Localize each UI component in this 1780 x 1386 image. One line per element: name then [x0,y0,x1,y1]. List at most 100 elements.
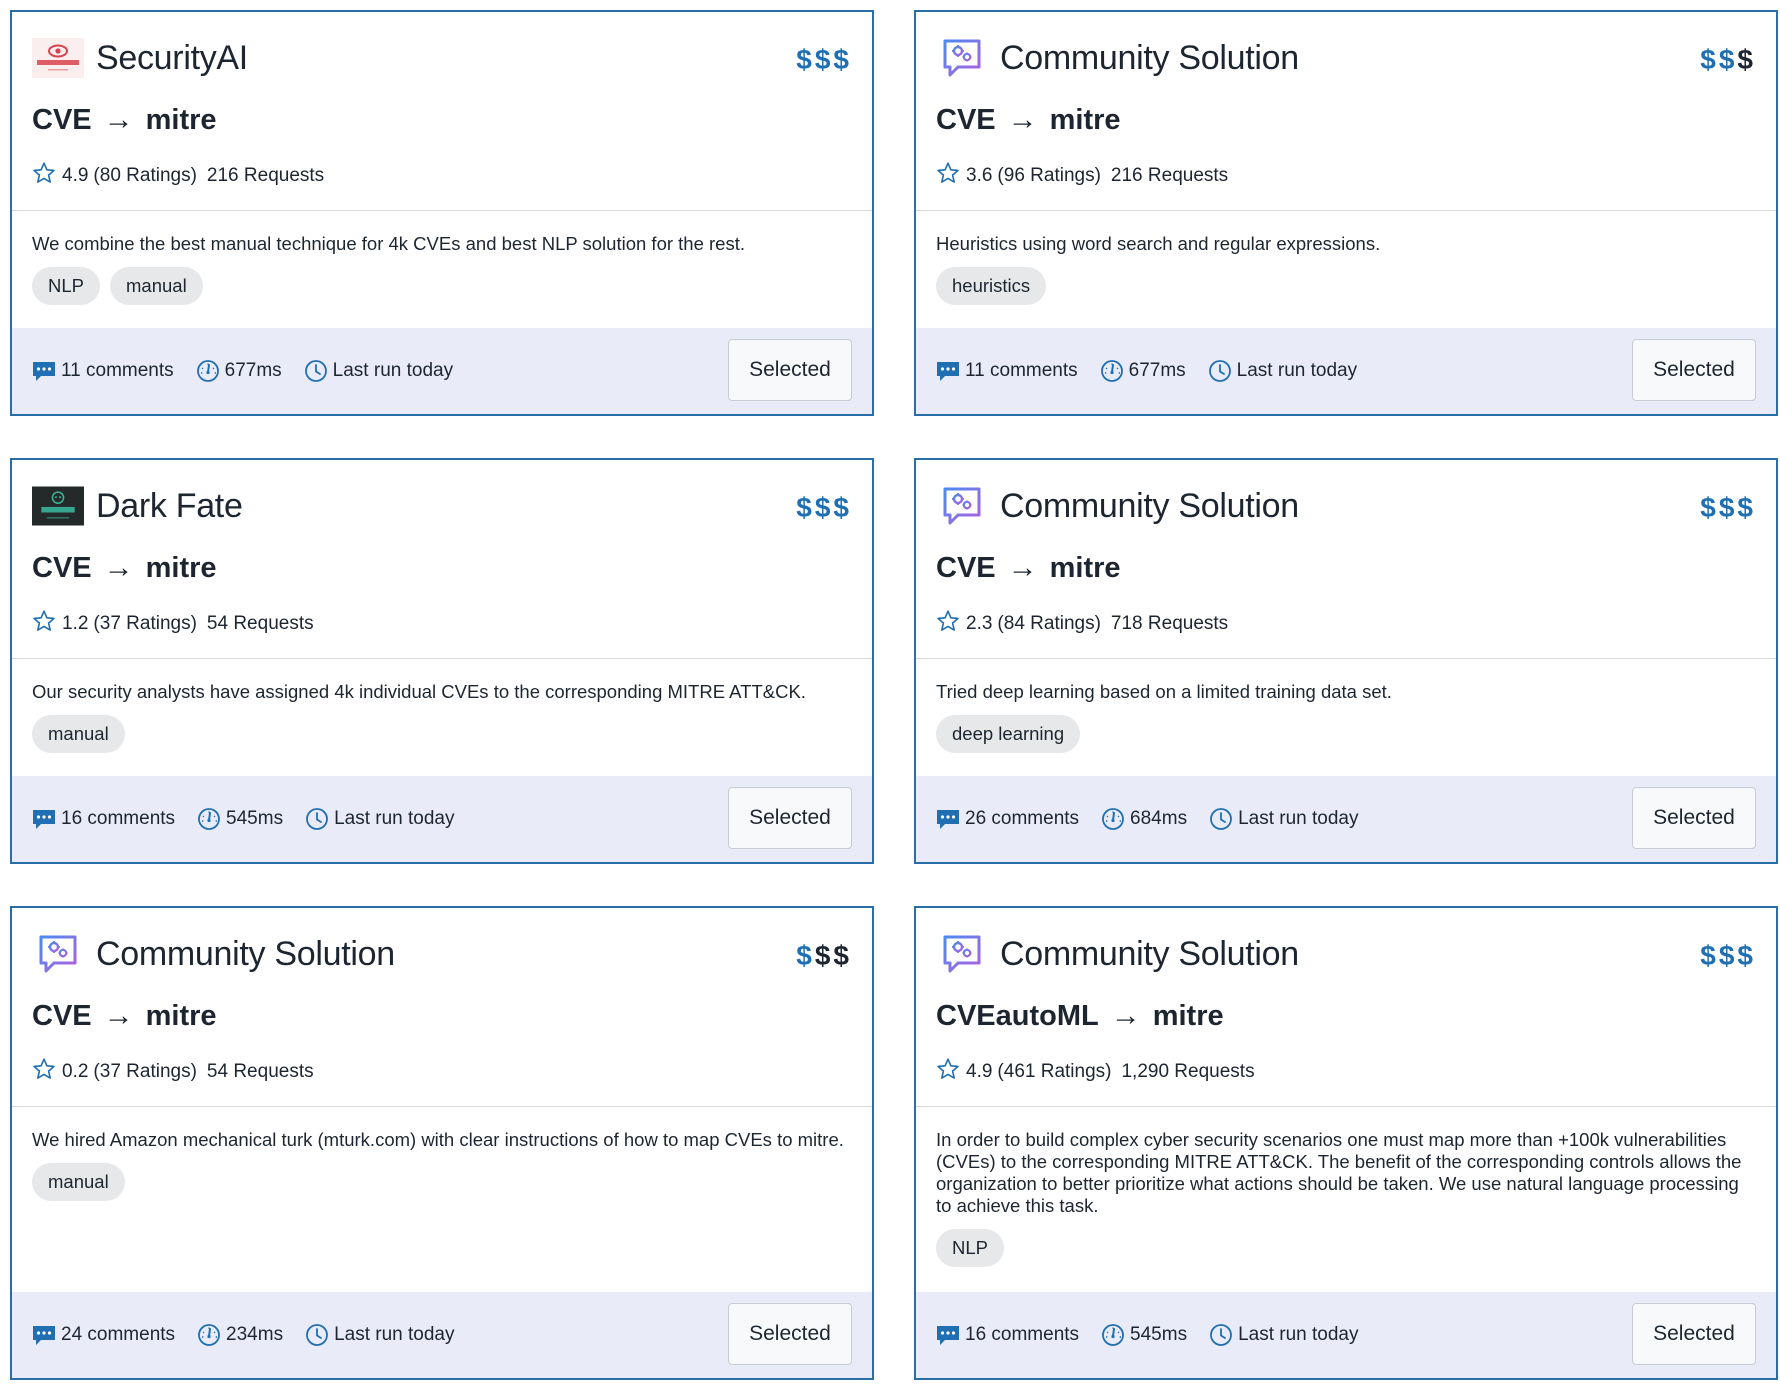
community-icon [936,486,988,526]
ratings-count: (461 Ratings) [997,1061,1112,1082]
tag-chip[interactable]: NLP [32,267,100,305]
arrow-right-icon: → [1007,103,1038,136]
star-icon[interactable] [936,161,960,191]
vendor-name: Community Solution [1000,486,1299,525]
comments-count: 26 comments [965,808,1080,829]
price-symbol: $ [1737,940,1756,971]
tag-chip[interactable]: heuristics [936,267,1047,305]
arrow-right-icon: → [1110,999,1141,1032]
last-run-text: Last run today [1236,360,1358,381]
selected-button[interactable]: Selected [1632,1303,1756,1365]
community-icon [32,934,84,974]
ratings-count: (96 Ratings) [997,165,1101,186]
card-title-row: Community Solution [32,932,852,976]
tag-list: heuristics [936,267,1756,305]
vendor-name: Community Solution [1000,934,1299,973]
last-run-stat: Last run today [1209,1323,1359,1347]
comments-stat[interactable]: 16 comments [936,1323,1079,1347]
price-symbol: $ [1737,44,1756,75]
star-icon[interactable] [936,609,960,639]
arrow-right-icon: → [103,551,134,584]
price-symbol: $ [1700,940,1719,971]
mapping-source: CVEautoML [936,999,1099,1032]
community-icon [936,38,988,78]
card-header: SecurityAI $$$ CVE → mitre 4.9 (80 Ratin… [12,12,872,210]
tag-chip[interactable]: NLP [936,1229,1004,1267]
comments-stat[interactable]: 16 comments [32,807,175,831]
selected-button[interactable]: Selected [1632,787,1756,849]
price-symbol: $ [814,940,834,971]
rating-row: 1.2 (37 Ratings) 54 Requests [32,608,852,658]
latency-value: 545ms [226,808,284,829]
requests-count: 54 Requests [206,613,314,634]
tag-chip[interactable]: deep learning [936,715,1081,753]
latency-stat: 677ms [196,359,282,383]
star-icon[interactable] [32,609,56,639]
comments-icon [33,362,55,381]
star-icon[interactable] [32,1057,56,1087]
latency-value: 677ms [224,360,282,381]
tag-chip[interactable]: manual [32,1163,125,1201]
card-footer: 16 comments 545ms Last run today Selecte… [12,776,872,862]
comments-stat[interactable]: 11 comments [936,359,1078,383]
latency-value: 677ms [1128,360,1186,381]
card-title-row: Dark Fate [32,484,852,528]
last-run-text: Last run today [1238,808,1359,829]
card-footer: 16 comments 545ms Last run today Selecte… [916,1292,1776,1378]
selected-button[interactable]: Selected [1632,339,1756,401]
star-icon[interactable] [936,1057,960,1087]
latency-stat: 545ms [197,807,283,831]
card-title-row: SecurityAI [32,36,852,80]
comments-icon [33,1326,55,1345]
solution-card[interactable]: Community Solution $$$ CVEautoML → mitre… [914,906,1778,1380]
selected-button[interactable]: Selected [728,787,852,849]
price-indicator: $$$ [796,492,852,524]
comments-stat[interactable]: 11 comments [32,359,174,383]
selected-button[interactable]: Selected [728,1303,852,1365]
requests-count: 718 Requests [1110,613,1229,634]
vendor-name: Dark Fate [96,486,243,525]
price-symbol: $ [1718,492,1738,523]
tag-chip[interactable]: manual [110,267,203,305]
card-body: We combine the best manual technique for… [12,211,872,328]
card-header: Community Solution $$$ CVE → mitre 3.6 (… [916,12,1776,210]
solution-card[interactable]: Community Solution $$$ CVE → mitre 0.2 (… [10,906,874,1380]
mapping-target: mitre [145,551,217,584]
comments-count: 11 comments [965,360,1078,381]
price-symbol: $ [833,492,852,523]
speedometer-icon [1100,360,1123,382]
securityai-logo [32,38,84,78]
latency-value: 234ms [226,1324,284,1345]
clock-icon [1210,1324,1232,1346]
comments-stat[interactable]: 26 comments [936,807,1079,831]
price-indicator: $$$ [1700,44,1756,76]
solution-description: Heuristics using word search and regular… [936,233,1381,254]
rating-row: 3.6 (96 Ratings) 216 Requests [936,160,1756,210]
card-footer: 24 comments 234ms Last run today Selecte… [12,1292,872,1378]
price-symbol: $ [833,44,852,75]
solution-card[interactable]: Dark Fate $$$ CVE → mitre 1.2 (37 Rating… [10,458,874,864]
ratings-count: (37 Ratings) [93,613,197,634]
solution-card[interactable]: Community Solution $$$ CVE → mitre 3.6 (… [914,10,1778,416]
card-body: Tried deep learning based on a limited t… [916,659,1776,776]
star-icon[interactable] [32,161,56,191]
tag-list: manual [32,715,852,753]
selected-button[interactable]: Selected [728,339,852,401]
community-icon [936,934,988,974]
rating-value: 2.3 [966,613,993,634]
speedometer-icon [196,360,219,382]
clock-icon [304,360,327,382]
card-footer: 26 comments 684ms Last run today Selecte… [916,776,1776,862]
ratings-count: (84 Ratings) [997,613,1101,634]
solution-card[interactable]: Community Solution $$$ CVE → mitre 2.3 (… [914,458,1778,864]
tag-chip[interactable]: manual [32,715,125,753]
card-header: Dark Fate $$$ CVE → mitre 1.2 (37 Rating… [12,460,872,658]
speedometer-icon [198,808,220,830]
mapping-title: CVE → mitre [32,100,852,140]
price-symbol: $ [814,44,834,75]
comments-stat[interactable]: 24 comments [32,1323,175,1347]
solution-card[interactable]: SecurityAI $$$ CVE → mitre 4.9 (80 Ratin… [10,10,874,416]
ratings-count: (37 Ratings) [93,1061,197,1082]
card-title-row: Community Solution [936,484,1756,528]
price-symbol: $ [833,940,852,971]
